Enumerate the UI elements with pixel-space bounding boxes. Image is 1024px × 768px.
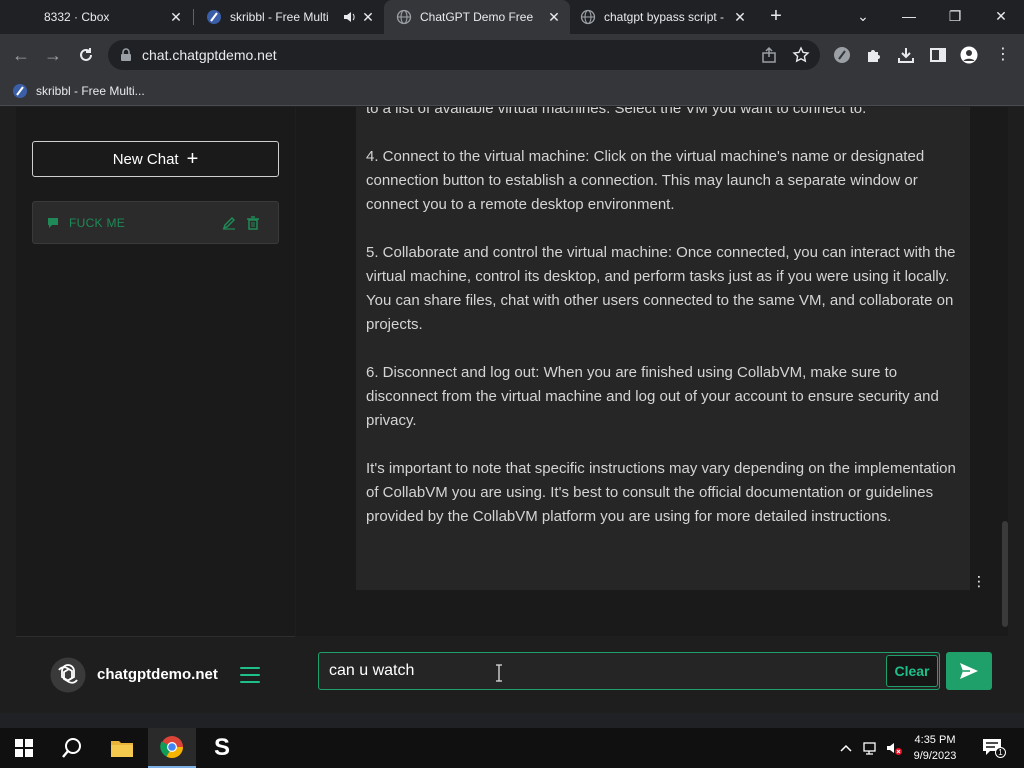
new-chat-button[interactable]: New Chat + [32, 141, 279, 177]
skribbl-favicon-icon [13, 84, 27, 98]
sidebar-footer: chatgptdemo.net [16, 636, 295, 713]
message-paragraph: to a list of available virtual machines.… [366, 107, 867, 117]
message-input[interactable] [318, 652, 940, 690]
chrome-icon [160, 736, 183, 758]
speaker-icon[interactable] [342, 10, 356, 24]
windows-logo-icon [15, 739, 33, 757]
message-paragraph: 6. Disconnect and log out: When you are … [366, 364, 939, 429]
file-explorer-button[interactable] [98, 728, 146, 768]
notification-count-badge: 1 [995, 747, 1006, 758]
start-button[interactable] [0, 728, 48, 768]
chat-item-label: FUCK ME [69, 215, 126, 230]
folder-icon [111, 741, 133, 757]
restore-button[interactable]: ❐ [940, 4, 970, 28]
side-panel-icon[interactable] [929, 46, 947, 64]
tab-search-chevron-icon[interactable]: ⌄ [848, 4, 878, 28]
volume-muted-icon[interactable] [886, 740, 902, 756]
windows-taskbar: S 4:35 PM 9/9/2023 1 [0, 728, 1024, 768]
chrome-taskbar-button[interactable] [148, 728, 196, 768]
chat-bubble-icon [48, 217, 58, 228]
back-button[interactable]: ← [10, 44, 32, 66]
message-paragraph: 4. Connect to the virtual machine: Click… [366, 148, 925, 213]
url-text[interactable]: chat.chatgptdemo.net [142, 47, 277, 63]
assistant-message: to a list of available virtual machines.… [356, 107, 970, 590]
close-icon[interactable]: ✕ [732, 9, 748, 25]
profile-avatar-icon[interactable] [960, 46, 978, 64]
edit-pencil-icon[interactable] [221, 215, 237, 231]
conversation-area[interactable]: to a list of available virtual machines.… [296, 107, 1008, 636]
tab-bypass-script[interactable]: chatgpt bypass script - ✕ [570, 0, 756, 34]
plus-icon: + [186, 148, 199, 170]
tab-skribbl[interactable]: skribbl - Free Multi ✕ [194, 0, 384, 34]
message-options-icon[interactable]: ⋮ [972, 573, 986, 589]
browser-toolbar: ← → chat.chatgptdemo.net ⋮ [0, 34, 1024, 76]
send-icon [960, 663, 978, 679]
send-button[interactable] [946, 652, 992, 690]
search-button[interactable] [48, 728, 96, 768]
brand-name[interactable]: chatgptdemo.net [97, 666, 218, 683]
app-s-taskbar-button[interactable]: S [198, 728, 246, 768]
clear-button[interactable]: Clear [886, 655, 938, 687]
lock-icon[interactable] [120, 48, 132, 62]
tab-title: chatgpt bypass script - [604, 10, 725, 24]
kebab-menu-icon[interactable]: ⋮ [994, 46, 1012, 64]
bookmark-label: skribbl - Free Multi... [36, 84, 145, 98]
s-app-icon: S [213, 734, 230, 761]
close-icon[interactable]: ✕ [360, 9, 376, 25]
tab-chatgpt-demo[interactable]: ChatGPT Demo Free ✕ [384, 0, 570, 34]
bookmarks-bar: skribbl - Free Multi... [0, 76, 1024, 106]
new-tab-button[interactable]: + [765, 6, 787, 28]
minimize-button[interactable]: — [894, 4, 924, 28]
globe-icon [396, 9, 412, 25]
hamburger-menu-icon[interactable] [240, 667, 260, 683]
tab-title: 8332 · Cbox [44, 10, 110, 24]
extension-icon[interactable] [833, 46, 851, 64]
search-icon [62, 738, 81, 758]
message-paragraph: 5. Collaborate and control the virtual m… [366, 244, 956, 333]
chevron-up-icon[interactable] [838, 740, 854, 756]
tab-title: skribbl - Free Multi [230, 10, 329, 24]
clock-date: 9/9/2023 [913, 750, 957, 762]
bookmark-star-icon[interactable] [792, 46, 810, 64]
text-cursor-icon [496, 664, 502, 682]
tab-title: ChatGPT Demo Free [420, 10, 534, 24]
message-paragraph: It's important to note that specific ins… [366, 460, 956, 525]
puzzle-icon[interactable] [865, 46, 883, 64]
clock-time: 4:35 PM [914, 734, 956, 746]
chat-main: to a list of available virtual machines.… [296, 107, 1024, 713]
close-icon[interactable]: ✕ [546, 9, 562, 25]
forward-button[interactable]: → [42, 44, 64, 66]
notifications-button[interactable]: 1 [982, 738, 1006, 758]
page-content: New Chat + FUCK ME chatgptdemo.net to a … [0, 107, 1024, 713]
new-chat-label: New Chat [112, 150, 179, 168]
chat-history-panel: New Chat + FUCK ME [16, 107, 295, 636]
trash-icon[interactable] [245, 215, 261, 231]
composer: Clear [296, 636, 1024, 713]
tab-strip: 8332 · Cbox ✕ skribbl - Free Multi ✕ Cha… [0, 0, 1024, 34]
chat-item[interactable]: FUCK ME [32, 201, 279, 244]
sidebar: New Chat + FUCK ME chatgptdemo.net [16, 107, 295, 713]
address-bar[interactable]: chat.chatgptdemo.net [108, 40, 820, 70]
message-text: to a list of available virtual machines.… [366, 107, 966, 553]
globe-icon [580, 9, 596, 25]
system-clock[interactable]: 4:35 PM 9/9/2023 [910, 732, 960, 764]
bookmark-skribbl[interactable]: skribbl - Free Multi... [12, 81, 145, 101]
share-icon[interactable] [760, 46, 778, 64]
network-icon[interactable] [862, 740, 878, 756]
download-icon[interactable] [897, 46, 915, 64]
window-close-button[interactable]: ✕ [986, 4, 1016, 28]
chatgpt-logo-icon [50, 657, 86, 693]
tab-cbox[interactable]: 8332 · Cbox ✕ [0, 0, 192, 34]
reload-icon[interactable] [77, 46, 95, 64]
scrollbar[interactable] [1002, 521, 1008, 627]
skribbl-favicon-icon [207, 10, 221, 24]
close-icon[interactable]: ✕ [168, 9, 184, 25]
